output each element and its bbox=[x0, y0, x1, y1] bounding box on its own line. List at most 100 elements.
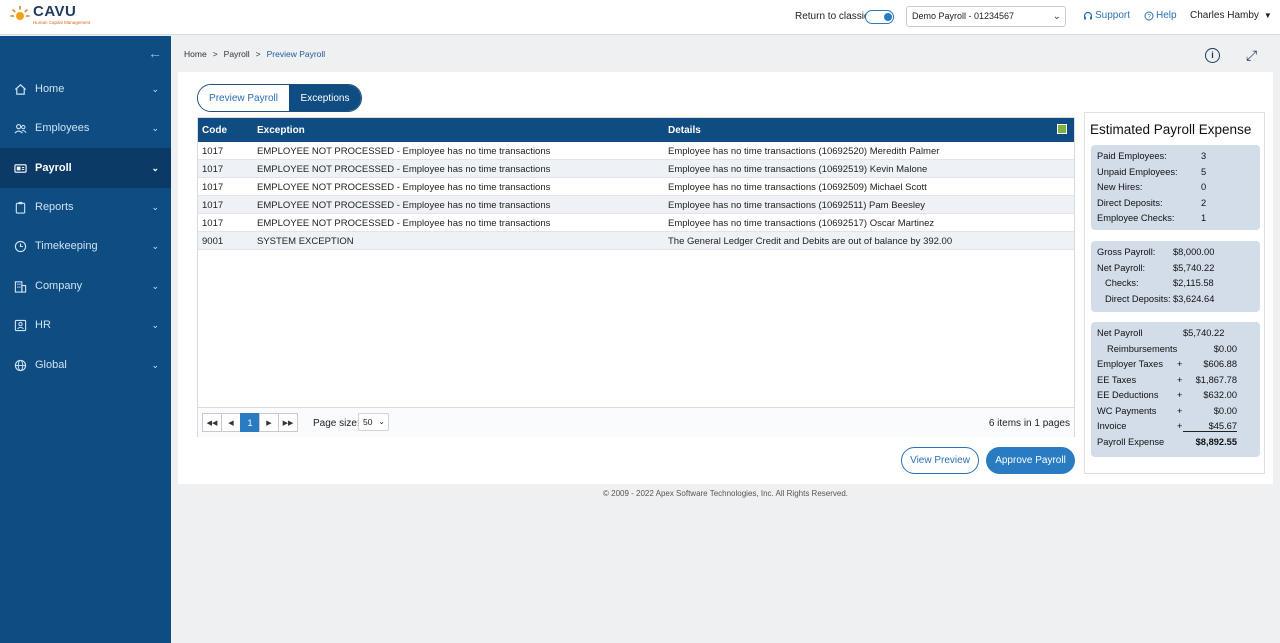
chevron-down-icon: ⌄ bbox=[151, 83, 159, 94]
cell-code: 1017 bbox=[202, 164, 224, 175]
last-page-icon[interactable]: ▶▶ bbox=[278, 413, 298, 432]
sidebar-item-timekeeping[interactable]: Timekeeping ⌄ bbox=[0, 226, 171, 266]
return-to-classic-toggle[interactable] bbox=[865, 10, 894, 24]
count-value: 3 bbox=[1201, 151, 1207, 161]
top-bar: CAVU Human Capital Management Return to … bbox=[0, 0, 1280, 35]
previous-page-icon[interactable]: ◀ bbox=[221, 413, 241, 432]
column-header-code[interactable]: Code bbox=[202, 125, 227, 136]
expense-summary-box: Net Payroll $5,740.22 Reimbursements $0.00… bbox=[1091, 322, 1260, 457]
company-select[interactable]: Demo Payroll - 01234567 ⌄ bbox=[906, 6, 1066, 27]
next-page-icon[interactable]: ▶ bbox=[259, 413, 279, 432]
id-card-icon bbox=[14, 319, 26, 331]
table-row[interactable]: 1017 EMPLOYEE NOT PROCESSED - Employee h… bbox=[198, 160, 1074, 178]
summary-label: EE Deductions bbox=[1097, 390, 1159, 400]
view-preview-button[interactable]: View Preview bbox=[901, 447, 979, 474]
table-row[interactable]: 1017 EMPLOYEE NOT PROCESSED - Employee h… bbox=[198, 214, 1074, 232]
cell-exception: EMPLOYEE NOT PROCESSED - Employee has no… bbox=[257, 182, 551, 193]
tab-group: Preview Payroll Exceptions bbox=[197, 84, 362, 112]
chevron-down-icon: ⌄ bbox=[378, 417, 385, 426]
page-size-select[interactable]: 50 ⌄ bbox=[358, 413, 389, 431]
cell-details: Employee has no time transactions (10692… bbox=[668, 200, 925, 211]
first-page-icon[interactable]: ◀◀ bbox=[202, 413, 222, 432]
page-size-value: 50 bbox=[363, 417, 373, 427]
cell-code: 1017 bbox=[202, 218, 224, 229]
logo[interactable]: CAVU Human Capital Management bbox=[10, 4, 90, 30]
support-label: Support bbox=[1095, 10, 1131, 21]
cell-code: 1017 bbox=[202, 146, 224, 157]
breadcrumb-separator: > bbox=[212, 49, 218, 59]
breadcrumb-payroll[interactable]: Payroll bbox=[224, 49, 250, 59]
tab-preview-payroll[interactable]: Preview Payroll bbox=[198, 85, 289, 111]
tab-exceptions[interactable]: Exceptions bbox=[289, 85, 361, 111]
export-excel-icon[interactable] bbox=[1057, 124, 1067, 134]
chevron-down-icon: ⌄ bbox=[151, 122, 159, 133]
sidebar-item-hr[interactable]: HR ⌄ bbox=[0, 305, 171, 345]
summary-operator: + bbox=[1177, 390, 1183, 400]
table-row[interactable]: 1017 EMPLOYEE NOT PROCESSED - Employee h… bbox=[198, 142, 1074, 160]
column-header-exception[interactable]: Exception bbox=[257, 125, 305, 136]
breadcrumb-home[interactable]: Home bbox=[184, 49, 207, 59]
approve-payroll-button[interactable]: Approve Payroll bbox=[986, 447, 1075, 474]
summary-value: $5,740.22 bbox=[1183, 328, 1225, 338]
cell-details: Employee has no time transactions (10692… bbox=[668, 146, 940, 157]
chevron-down-icon: ⌄ bbox=[151, 280, 159, 291]
chevron-down-icon: ⌄ bbox=[151, 162, 159, 173]
support-link[interactable]: Support bbox=[1083, 10, 1130, 21]
caret-down-icon: ▼ bbox=[1263, 11, 1272, 20]
users-icon bbox=[14, 123, 26, 134]
info-icon[interactable]: i bbox=[1205, 48, 1220, 63]
sidebar-item-label: Home bbox=[35, 83, 65, 95]
count-label: Employee Checks: bbox=[1097, 213, 1175, 223]
summary-value: $1,867.78 bbox=[1195, 374, 1237, 385]
cell-exception: EMPLOYEE NOT PROCESSED - Employee has no… bbox=[257, 146, 551, 157]
help-link[interactable]: ? Help bbox=[1144, 10, 1177, 21]
summary-label: EE Taxes bbox=[1097, 374, 1137, 385]
count-value: 5 bbox=[1201, 166, 1207, 177]
sidebar-item-employees[interactable]: Employees ⌄ bbox=[0, 108, 171, 148]
cell-exception: EMPLOYEE NOT PROCESSED - Employee has no… bbox=[257, 164, 551, 175]
payroll-icon bbox=[13, 163, 27, 173]
return-to-classic-label: Return to classic bbox=[795, 11, 869, 22]
exceptions-grid: Code Exception Details 1017 EMPLOYEE NOT… bbox=[197, 117, 1075, 437]
summary-label: Reimbursements bbox=[1107, 343, 1178, 354]
user-menu[interactable]: Charles Hamby ▼ bbox=[1190, 10, 1272, 21]
total-value: $8,000.00 bbox=[1173, 247, 1215, 257]
payroll-totals-box: Gross Payroll: $8,000.00 Net Payroll: $5,7… bbox=[1091, 241, 1260, 312]
brand-name: CAVU bbox=[33, 3, 77, 20]
summary-value: $606.88 bbox=[1203, 359, 1237, 369]
count-label: Direct Deposits: bbox=[1097, 197, 1163, 208]
sidebar-item-global[interactable]: Global ⌄ bbox=[0, 345, 171, 385]
chevron-down-icon: ⌄ bbox=[151, 201, 159, 212]
expand-icon[interactable]: ⤢ bbox=[1246, 48, 1261, 63]
cell-details: Employee has no time transactions (10692… bbox=[668, 182, 927, 193]
building-icon bbox=[14, 280, 26, 293]
grid-header: Code Exception Details bbox=[198, 118, 1074, 142]
sidebar-item-home[interactable]: Home ⌄ bbox=[0, 69, 171, 109]
clipboard-icon bbox=[15, 201, 25, 214]
sidebar-item-company[interactable]: Company ⌄ bbox=[0, 266, 171, 306]
sidebar-item-reports[interactable]: Reports ⌄ bbox=[0, 187, 171, 227]
cell-details: The General Ledger Credit and Debits are… bbox=[668, 236, 953, 247]
table-row[interactable]: 1017 EMPLOYEE NOT PROCESSED - Employee h… bbox=[198, 178, 1074, 196]
table-row[interactable]: 9001 SYSTEM EXCEPTION The General Ledger… bbox=[198, 232, 1074, 250]
count-value: 1 bbox=[1201, 213, 1207, 223]
globe-icon bbox=[14, 359, 26, 371]
summary-value: $0.00 bbox=[1213, 405, 1237, 416]
summary-operator: + bbox=[1177, 374, 1183, 385]
chevron-down-icon: ⌄ bbox=[1052, 11, 1061, 22]
collapse-sidebar-icon[interactable]: ← bbox=[148, 45, 162, 61]
page-button[interactable]: 1 bbox=[240, 413, 260, 432]
table-row[interactable]: 1017 EMPLOYEE NOT PROCESSED - Employee h… bbox=[198, 196, 1074, 214]
cell-exception: EMPLOYEE NOT PROCESSED - Employee has no… bbox=[257, 218, 551, 229]
summary-value-total: $8,892.55 bbox=[1195, 437, 1237, 447]
column-header-details[interactable]: Details bbox=[668, 125, 701, 136]
toggle-knob bbox=[883, 12, 892, 21]
sun-logo-icon bbox=[10, 5, 30, 20]
summary-label: Employer Taxes bbox=[1097, 359, 1163, 369]
copyright-footer: © 2009 - 2022 Apex Software Technologies… bbox=[603, 489, 848, 498]
summary-value: $632.00 bbox=[1203, 390, 1237, 400]
sidebar-item-label: Payroll bbox=[35, 162, 72, 174]
sidebar-item-label: Global bbox=[35, 359, 67, 371]
sidebar-item-payroll[interactable]: Payroll ⌄ bbox=[0, 148, 171, 188]
total-label: Gross Payroll: bbox=[1097, 247, 1156, 257]
